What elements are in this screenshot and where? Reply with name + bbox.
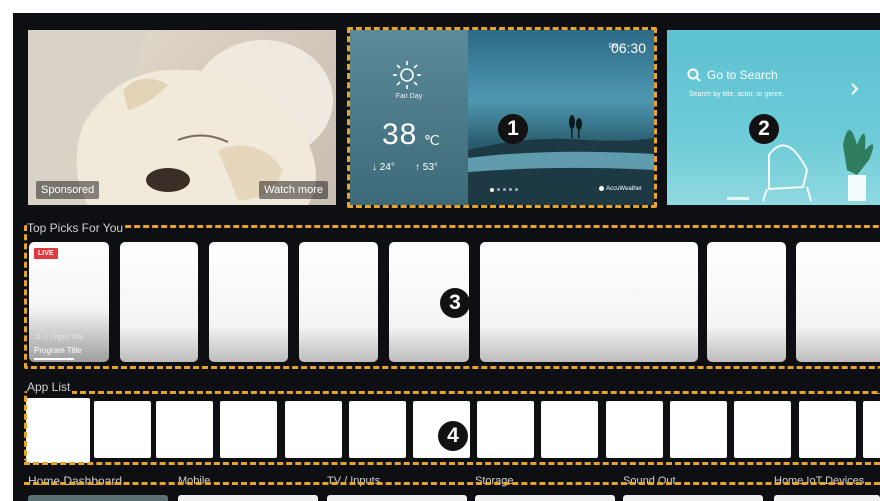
search-subtitle: Search by title, actor, or genre. <box>689 91 785 98</box>
dashboard-home-iot-label: Home IoT Devices <box>774 475 865 487</box>
callout-number-1: 1 <box>498 114 528 144</box>
dashboard-storage-label: Storage <box>475 475 514 487</box>
search-icon <box>687 68 701 82</box>
chevron-right-icon[interactable] <box>850 82 860 96</box>
callout-number-2: 2 <box>749 114 779 144</box>
dashboard-tv-inputs-label: TV / Inputs <box>327 475 381 487</box>
top-picks-label: Top Picks For You <box>27 221 126 235</box>
dog-image <box>28 30 333 205</box>
dashboard-mobile-label: Mobile <box>178 475 211 487</box>
callout-box-5-top <box>24 482 880 485</box>
tv-home-screen: Sponsored Watch more Fair Day 38 ℃ ↓ 24°… <box>13 13 880 501</box>
dashboard-tile-mobile[interactable] <box>178 495 318 501</box>
dashboard-tile-tv-inputs[interactable] <box>327 495 467 501</box>
app-list-label: App List <box>27 380 73 394</box>
dashboard-tile-home-iot[interactable] <box>774 495 880 501</box>
chair-plant-image <box>727 130 874 202</box>
search-title: Go to Search <box>707 68 778 82</box>
dashboard-tile-sound-out[interactable] <box>623 495 763 501</box>
callout-number-3: 3 <box>440 288 470 318</box>
dashboard-tile-storage[interactable] <box>475 495 615 501</box>
callout-divider <box>24 462 880 465</box>
callout-number-4: 4 <box>438 421 468 451</box>
sponsored-label: Sponsored <box>36 181 100 199</box>
dashboard-sound-out-label: Sound Out <box>623 475 676 487</box>
home-dashboard-label: Home Dashboard <box>28 474 123 488</box>
watch-more-button[interactable]: Watch more <box>259 181 328 199</box>
sponsored-banner[interactable]: Sponsored Watch more <box>28 30 336 205</box>
dashboard-tile-home[interactable] <box>28 495 168 501</box>
